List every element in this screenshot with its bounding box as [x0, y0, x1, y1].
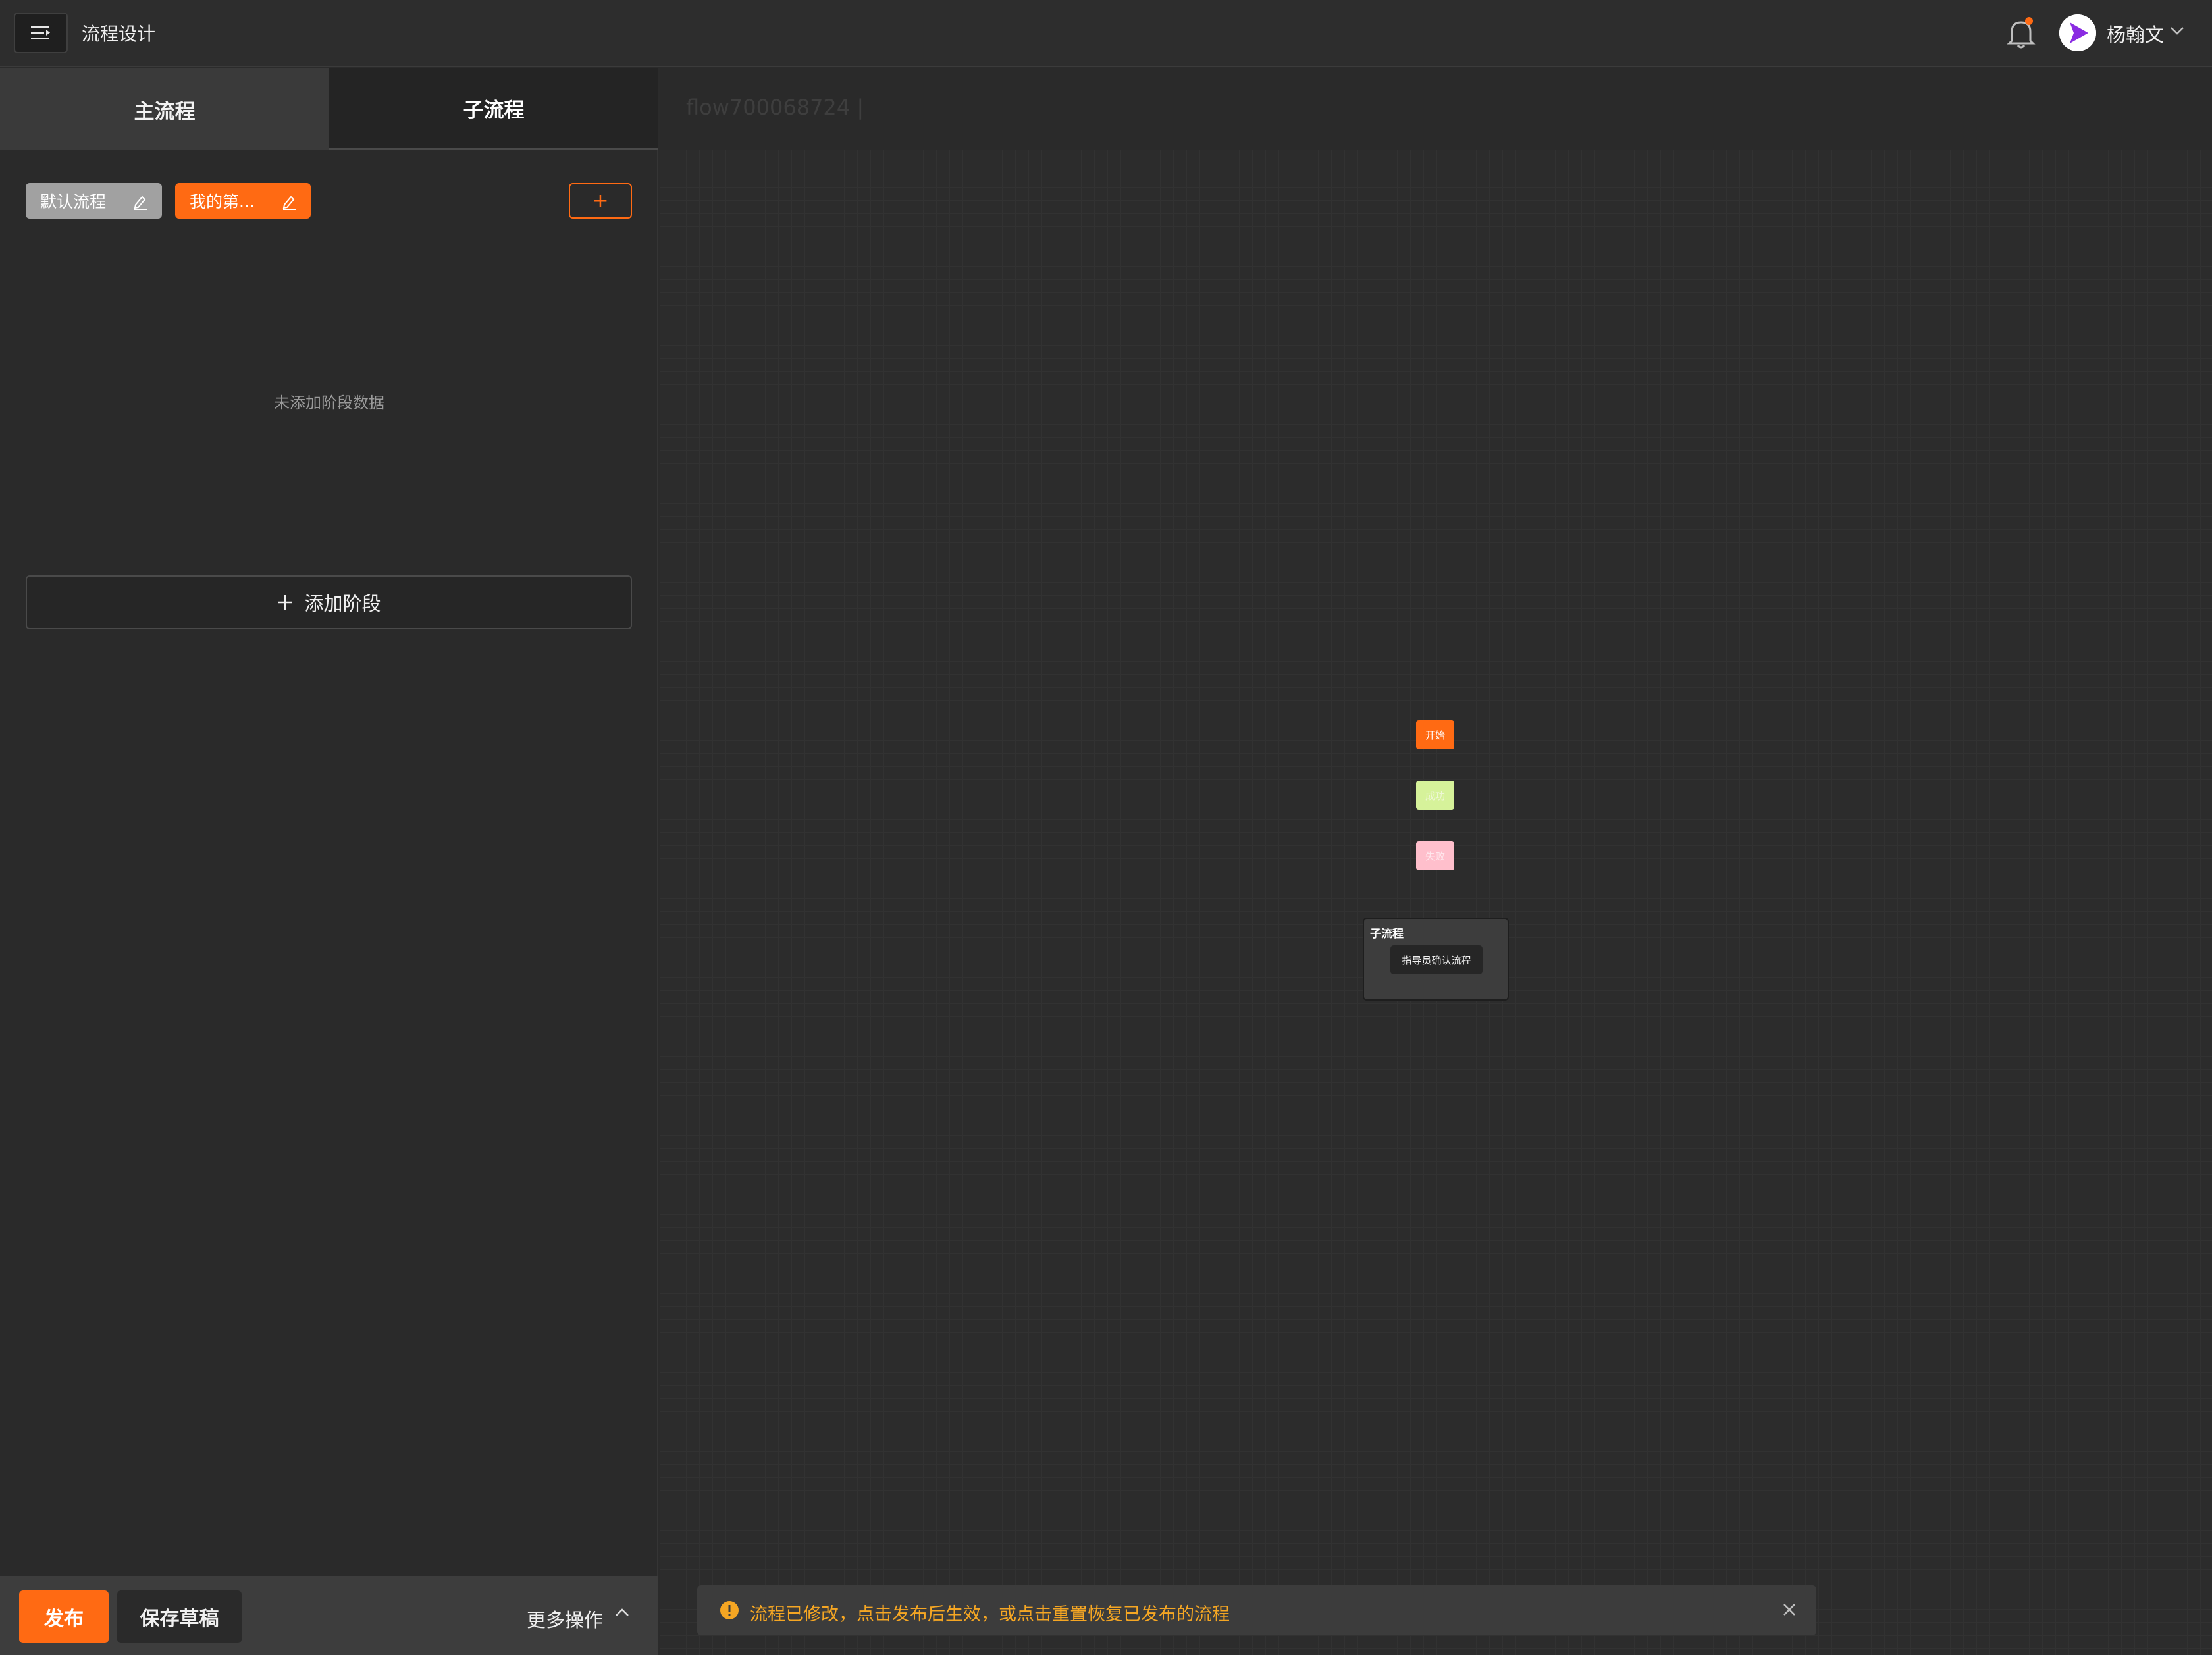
flow-canvas[interactable]: flow700068724 | 开始 成功 失败 子流程 指导员确认流程 [660, 68, 2212, 1655]
page-title: 流程设计 [82, 23, 156, 45]
flow-tag-mine[interactable]: 我的第... [175, 183, 311, 219]
notice-text: 流程已修改，点击发布后生效，或点击重置恢复已发布的流程 [750, 1604, 1230, 1625]
add-stage-button[interactable]: 添加阶段 [26, 575, 632, 629]
node-fail[interactable]: 失败 [1416, 841, 1454, 870]
flow-id-bar: flow700068724 | [660, 68, 2212, 150]
edit-icon[interactable] [132, 193, 149, 210]
plus-icon [278, 595, 293, 610]
close-icon[interactable] [1781, 1601, 1798, 1618]
subflow-title: 子流程 [1370, 928, 1404, 941]
top-bar: 流程设计 杨翰文 [0, 0, 2212, 67]
subflow-item[interactable]: 指导员确认流程 [1390, 945, 1483, 974]
menu-icon [31, 26, 50, 39]
node-success[interactable]: 成功 [1416, 781, 1454, 810]
modified-notice: 流程已修改，点击发布后生效，或点击重置恢复已发布的流程 [697, 1585, 1816, 1635]
node-start[interactable]: 开始 [1416, 720, 1454, 749]
tab-main-flow[interactable]: 主流程 [0, 68, 329, 150]
bottom-action-bar: 发布 保存草稿 更多操作 [0, 1576, 658, 1655]
more-actions-button[interactable]: 更多操作 [527, 1605, 603, 1633]
flow-tag-label: 默认流程 [40, 192, 107, 211]
publish-button[interactable]: 发布 [19, 1590, 109, 1643]
avatar[interactable] [2059, 14, 2096, 51]
flow-tabs: 主流程 子流程 [0, 68, 658, 150]
warning-icon [720, 1601, 739, 1619]
tab-sub-flow[interactable]: 子流程 [329, 68, 658, 150]
menu-toggle-button[interactable] [14, 13, 68, 53]
empty-stage-message: 未添加阶段数据 [274, 394, 384, 412]
avatar-logo-icon [2059, 14, 2096, 51]
save-draft-button[interactable]: 保存草稿 [117, 1590, 242, 1643]
add-flow-button[interactable]: + [569, 183, 632, 219]
user-name[interactable]: 杨翰文 [2107, 20, 2164, 47]
flow-tag-default[interactable]: 默认流程 [26, 183, 162, 219]
edit-icon[interactable] [280, 193, 298, 210]
notification-dot [2025, 17, 2033, 25]
notification-bell-button[interactable] [2005, 17, 2037, 50]
chevron-down-icon[interactable] [2170, 26, 2184, 36]
chevron-up-icon[interactable] [615, 1608, 629, 1617]
left-panel: 主流程 子流程 默认流程 我的第... + 未添加阶段数据 添加阶段 发布 保存… [0, 68, 658, 1655]
flow-tag-label: 我的第... [190, 192, 255, 211]
add-stage-label: 添加阶段 [304, 592, 381, 615]
flow-id-input[interactable]: flow700068724 | [686, 95, 864, 120]
subflow-node[interactable]: 子流程 指导员确认流程 [1363, 918, 1509, 1001]
